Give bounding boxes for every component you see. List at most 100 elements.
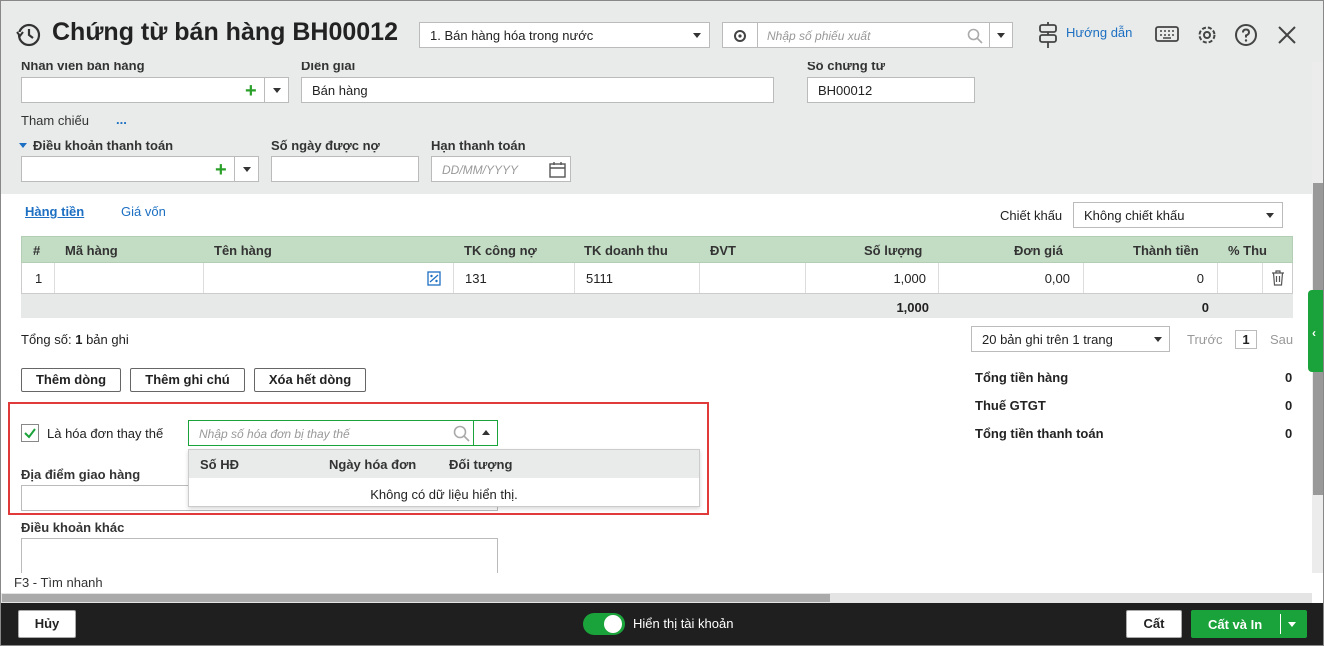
table-row[interactable]: 1 131 5111 1,000 0,00 0: [21, 263, 1293, 294]
add-icon[interactable]: +: [215, 160, 227, 180]
voucher-no-input[interactable]: BH00012: [807, 77, 975, 103]
replacement-checkbox[interactable]: [21, 424, 39, 442]
toggle-knob: [604, 615, 622, 633]
signpost-icon[interactable]: [1036, 22, 1060, 48]
discount-value: Không chiết khấu: [1084, 208, 1185, 223]
due-date-label: Hạn thanh toán: [431, 138, 526, 153]
grid-footer: 1,000 0: [21, 294, 1293, 318]
search-icon[interactable]: [967, 28, 983, 44]
dropdown-col-invoice-no: Số HĐ: [200, 457, 239, 472]
footer-quantity: 1,000: [896, 300, 929, 315]
other-terms-textarea[interactable]: [21, 538, 498, 578]
dropdown-header: Số HĐ Ngày hóa đơn Đối tượng: [189, 450, 699, 478]
page-size-select[interactable]: 20 bản ghi trên 1 trang: [971, 326, 1170, 352]
horizontal-scrollbar[interactable]: [0, 593, 1312, 603]
sale-type-value: 1. Bán hàng hóa trong nước: [430, 28, 594, 43]
discount-label: Chiết khấu: [1000, 208, 1063, 223]
status-bar: F3 - Tìm nhanh: [0, 573, 1324, 593]
dropdown-col-customer: Đối tượng: [449, 457, 513, 472]
salesperson-label: Nhân viên bán hàng: [21, 62, 145, 73]
export-voucher-combo[interactable]: Nhập số phiếu xuất: [722, 22, 1013, 48]
settings-icon[interactable]: [1195, 23, 1219, 47]
close-icon[interactable]: [1277, 25, 1297, 45]
chevron-down-icon: [693, 33, 701, 38]
reference-label: Tham chiếu: [21, 113, 89, 128]
other-terms-label: Điều khoản khác: [21, 520, 125, 535]
summary-payment-total-value: 0: [1285, 426, 1293, 441]
col-debt-account: TK công nợ: [464, 243, 537, 258]
page-number[interactable]: 1: [1235, 330, 1257, 349]
calendar-icon[interactable]: [549, 161, 566, 178]
dropdown-col-invoice-date: Ngày hóa đơn: [329, 457, 417, 472]
page-size-value: 20 bản ghi trên 1 trang: [982, 332, 1113, 347]
save-print-button[interactable]: Cất và In: [1191, 610, 1307, 638]
sale-type-select[interactable]: 1. Bán hàng hóa trong nước: [419, 22, 710, 48]
col-tax-percent: % Thu: [1228, 243, 1267, 258]
replacement-invoice-combo[interactable]: Nhập số hóa đơn bị thay thế: [188, 420, 498, 446]
prev-page-button[interactable]: Trước: [1187, 332, 1223, 347]
side-panel-toggle[interactable]: ‹: [1308, 290, 1324, 372]
description-input[interactable]: Bán hàng: [301, 77, 774, 103]
record-count-prefix: Tổng số:: [21, 332, 72, 347]
chevron-down-icon[interactable]: [273, 88, 281, 93]
collapse-caret-icon[interactable]: [19, 143, 27, 148]
help-icon[interactable]: [1234, 23, 1258, 47]
description-label: Diễn giải: [301, 62, 356, 73]
chevron-up-icon[interactable]: [482, 430, 490, 435]
history-icon[interactable]: [16, 22, 42, 48]
chevron-down-icon[interactable]: [1288, 622, 1296, 627]
summary-vat-value: 0: [1285, 398, 1293, 413]
cell-quantity[interactable]: 1,000: [893, 271, 926, 286]
voucher-no-value: BH00012: [818, 83, 873, 98]
replacement-dropdown: Số HĐ Ngày hóa đơn Đối tượng Không có dữ…: [188, 449, 700, 507]
col-item-name: Tên hàng: [214, 243, 272, 258]
credit-days-input[interactable]: [271, 156, 419, 182]
chevron-down-icon: [1266, 213, 1274, 218]
col-no: #: [33, 243, 41, 258]
gear-icon[interactable]: [732, 28, 748, 44]
reference-more-link[interactable]: ...: [116, 112, 127, 127]
save-button[interactable]: Cất: [1126, 610, 1182, 638]
payment-terms-label: Điều khoản thanh toán: [33, 138, 174, 153]
due-date-placeholder: DD/MM/YYYY: [442, 163, 519, 177]
grid-header: # Mã hàng Tên hàng TK công nợ TK doanh t…: [21, 236, 1293, 263]
search-icon[interactable]: [453, 425, 470, 442]
col-amount: Thành tiền: [1133, 243, 1199, 258]
add-row-button[interactable]: Thêm dòng: [21, 368, 121, 392]
dropdown-empty-text: Không có dữ liệu hiển thị.: [370, 487, 518, 502]
trash-icon[interactable]: [1271, 270, 1285, 286]
chevron-down-icon[interactable]: [243, 167, 251, 172]
chevron-down-icon[interactable]: [997, 33, 1005, 38]
show-account-toggle[interactable]: [583, 613, 625, 635]
col-item-code: Mã hàng: [65, 243, 118, 258]
page-title: Chứng từ bán hàng BH00012: [52, 18, 398, 46]
export-voucher-input[interactable]: Nhập số phiếu xuất: [767, 29, 870, 43]
cell-amount[interactable]: 0: [1197, 271, 1204, 286]
salesperson-combo[interactable]: +: [21, 77, 289, 103]
due-date-input[interactable]: DD/MM/YYYY: [431, 156, 571, 182]
replacement-invoice-input[interactable]: Nhập số hóa đơn bị thay thế: [199, 427, 350, 441]
cell-debt-account[interactable]: 131: [465, 271, 487, 286]
guide-link[interactable]: Hướng dẫn: [1066, 25, 1132, 40]
description-value: Bán hàng: [312, 83, 368, 98]
checkmark-icon: [24, 428, 36, 439]
cell-revenue-account[interactable]: 5111: [586, 271, 613, 286]
tab-gia-von[interactable]: Giá vốn: [121, 204, 166, 219]
discount-select[interactable]: Không chiết khấu: [1073, 202, 1283, 228]
summary-goods-total-value: 0: [1285, 370, 1293, 385]
add-note-button[interactable]: Thêm ghi chú: [130, 368, 245, 392]
horizontal-scroll-thumb[interactable]: [2, 594, 830, 602]
next-page-button[interactable]: Sau: [1270, 332, 1293, 347]
cell-no: 1: [35, 271, 43, 286]
payment-terms-combo[interactable]: +: [21, 156, 259, 182]
percent-icon[interactable]: [427, 271, 441, 286]
cancel-button[interactable]: Hủy: [18, 610, 76, 638]
cell-unit-price[interactable]: 0,00: [1045, 271, 1070, 286]
replacement-checkbox-label: Là hóa đơn thay thế: [47, 426, 164, 441]
chevron-down-icon: [1154, 337, 1162, 342]
col-quantity: Số lượng: [864, 243, 923, 258]
tab-hang-tien[interactable]: Hàng tiền: [25, 204, 84, 219]
delete-all-rows-button[interactable]: Xóa hết dòng: [254, 368, 366, 392]
keyboard-icon[interactable]: [1155, 25, 1179, 45]
add-icon[interactable]: +: [245, 81, 257, 101]
